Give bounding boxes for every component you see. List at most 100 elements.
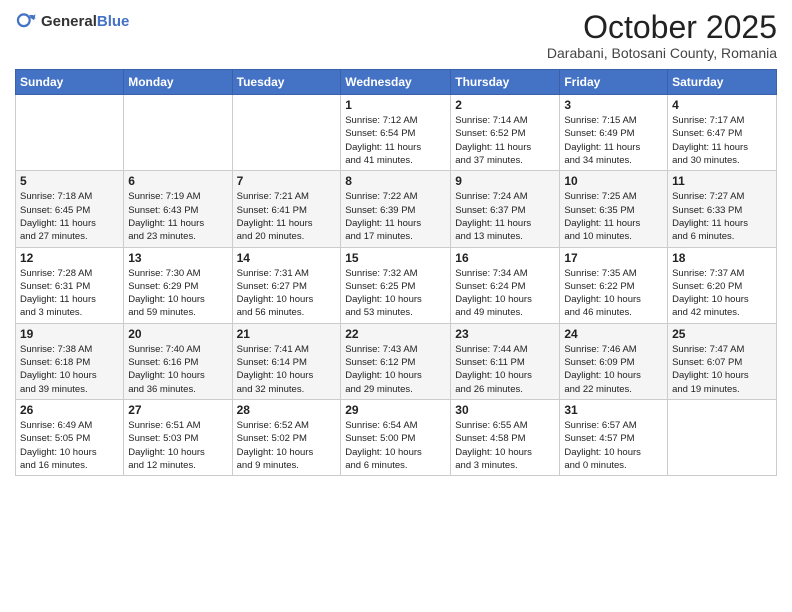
day-number: 20	[128, 327, 227, 341]
table-row: 5 Sunrise: 7:18 AMSunset: 6:45 PMDaylight…	[16, 171, 124, 247]
day-number: 2	[455, 98, 555, 112]
calendar-title: October 2025	[547, 10, 777, 45]
day-info: Sunrise: 7:31 AMSunset: 6:27 PMDaylight:…	[237, 268, 314, 319]
day-info: Sunrise: 7:28 AMSunset: 6:31 PMDaylight:…	[20, 268, 96, 319]
calendar-location: Darabani, Botosani County, Romania	[547, 45, 777, 61]
day-number: 10	[564, 174, 663, 188]
day-number: 28	[237, 403, 337, 417]
day-number: 9	[455, 174, 555, 188]
logo-blue: Blue	[97, 14, 130, 29]
logo: General Blue	[15, 10, 129, 32]
day-number: 29	[345, 403, 446, 417]
table-row: 19 Sunrise: 7:38 AMSunset: 6:18 PMDayligh…	[16, 323, 124, 399]
day-info: Sunrise: 7:21 AMSunset: 6:41 PMDaylight:…	[237, 191, 313, 242]
header-monday: Monday	[124, 70, 232, 95]
table-row: 15 Sunrise: 7:32 AMSunset: 6:25 PMDayligh…	[341, 247, 451, 323]
table-row: 14 Sunrise: 7:31 AMSunset: 6:27 PMDayligh…	[232, 247, 341, 323]
day-info: Sunrise: 6:49 AMSunset: 5:05 PMDaylight:…	[20, 420, 97, 471]
table-row: 26Sunrise: 6:49 AMSunset: 5:05 PMDayligh…	[16, 399, 124, 475]
day-info: Sunrise: 7:41 AMSunset: 6:14 PMDaylight:…	[237, 344, 314, 395]
logo-text: General Blue	[41, 14, 129, 29]
table-row: 24 Sunrise: 7:46 AMSunset: 6:09 PMDayligh…	[560, 323, 668, 399]
table-row	[16, 95, 124, 171]
day-number: 17	[564, 251, 663, 265]
logo-general: General	[41, 14, 97, 29]
table-row: 1 Sunrise: 7:12 AMSunset: 6:54 PMDaylight…	[341, 95, 451, 171]
table-row: 30Sunrise: 6:55 AMSunset: 4:58 PMDayligh…	[451, 399, 560, 475]
table-row: 21 Sunrise: 7:41 AMSunset: 6:14 PMDayligh…	[232, 323, 341, 399]
day-number: 21	[237, 327, 337, 341]
day-number: 23	[455, 327, 555, 341]
day-number: 16	[455, 251, 555, 265]
title-block: October 2025 Darabani, Botosani County, …	[547, 10, 777, 61]
calendar-week-row: 1 Sunrise: 7:12 AMSunset: 6:54 PMDaylight…	[16, 95, 777, 171]
day-info: Sunrise: 7:24 AMSunset: 6:37 PMDaylight:…	[455, 191, 531, 242]
table-row: 7 Sunrise: 7:21 AMSunset: 6:41 PMDaylight…	[232, 171, 341, 247]
calendar-table: Sunday Monday Tuesday Wednesday Thursday…	[15, 69, 777, 476]
day-number: 25	[672, 327, 772, 341]
day-number: 7	[237, 174, 337, 188]
day-number: 4	[672, 98, 772, 112]
day-number: 5	[20, 174, 119, 188]
day-number: 13	[128, 251, 227, 265]
day-info: Sunrise: 6:57 AMSunset: 4:57 PMDaylight:…	[564, 420, 641, 471]
table-row	[232, 95, 341, 171]
table-row: 29 Sunrise: 6:54 AMSunset: 5:00 PMDayligh…	[341, 399, 451, 475]
day-info: Sunrise: 7:38 AMSunset: 6:18 PMDaylight:…	[20, 344, 97, 395]
day-info: Sunrise: 7:15 AMSunset: 6:49 PMDaylight:…	[564, 115, 640, 166]
day-info: Sunrise: 7:32 AMSunset: 6:25 PMDaylight:…	[345, 268, 422, 319]
table-row	[124, 95, 232, 171]
header-friday: Friday	[560, 70, 668, 95]
header: General Blue October 2025 Darabani, Boto…	[15, 10, 777, 61]
day-number: 8	[345, 174, 446, 188]
day-info: Sunrise: 7:18 AMSunset: 6:45 PMDaylight:…	[20, 191, 96, 242]
day-number: 18	[672, 251, 772, 265]
day-number: 27	[128, 403, 227, 417]
page: General Blue October 2025 Darabani, Boto…	[0, 0, 792, 612]
day-info: Sunrise: 7:12 AMSunset: 6:54 PMDaylight:…	[345, 115, 421, 166]
day-info: Sunrise: 7:22 AMSunset: 6:39 PMDaylight:…	[345, 191, 421, 242]
table-row: 6Sunrise: 7:19 AMSunset: 6:43 PMDaylight…	[124, 171, 232, 247]
day-info: Sunrise: 7:34 AMSunset: 6:24 PMDaylight:…	[455, 268, 532, 319]
calendar-week-row: 19 Sunrise: 7:38 AMSunset: 6:18 PMDayligh…	[16, 323, 777, 399]
day-number: 31	[564, 403, 663, 417]
table-row: 17Sunrise: 7:35 AMSunset: 6:22 PMDayligh…	[560, 247, 668, 323]
header-saturday: Saturday	[668, 70, 777, 95]
day-info: Sunrise: 7:37 AMSunset: 6:20 PMDaylight:…	[672, 268, 749, 319]
day-info: Sunrise: 6:54 AMSunset: 5:00 PMDaylight:…	[345, 420, 422, 471]
day-number: 19	[20, 327, 119, 341]
day-info: Sunrise: 6:51 AMSunset: 5:03 PMDaylight:…	[128, 420, 205, 471]
header-wednesday: Wednesday	[341, 70, 451, 95]
day-number: 14	[237, 251, 337, 265]
day-info: Sunrise: 7:40 AMSunset: 6:16 PMDaylight:…	[128, 344, 205, 395]
calendar-week-row: 26Sunrise: 6:49 AMSunset: 5:05 PMDayligh…	[16, 399, 777, 475]
header-sunday: Sunday	[16, 70, 124, 95]
table-row: 11Sunrise: 7:27 AMSunset: 6:33 PMDayligh…	[668, 171, 777, 247]
day-number: 15	[345, 251, 446, 265]
day-info: Sunrise: 7:47 AMSunset: 6:07 PMDaylight:…	[672, 344, 749, 395]
day-info: Sunrise: 7:19 AMSunset: 6:43 PMDaylight:…	[128, 191, 204, 242]
day-number: 30	[455, 403, 555, 417]
table-row: 22 Sunrise: 7:43 AMSunset: 6:12 PMDayligh…	[341, 323, 451, 399]
calendar-week-row: 12 Sunrise: 7:28 AMSunset: 6:31 PMDayligh…	[16, 247, 777, 323]
header-thursday: Thursday	[451, 70, 560, 95]
table-row: 10Sunrise: 7:25 AMSunset: 6:35 PMDayligh…	[560, 171, 668, 247]
day-info: Sunrise: 7:43 AMSunset: 6:12 PMDaylight:…	[345, 344, 422, 395]
day-info: Sunrise: 6:52 AMSunset: 5:02 PMDaylight:…	[237, 420, 314, 471]
day-number: 24	[564, 327, 663, 341]
table-row: 12 Sunrise: 7:28 AMSunset: 6:31 PMDayligh…	[16, 247, 124, 323]
day-number: 11	[672, 174, 772, 188]
weekday-header-row: Sunday Monday Tuesday Wednesday Thursday…	[16, 70, 777, 95]
day-number: 22	[345, 327, 446, 341]
table-row	[668, 399, 777, 475]
day-number: 1	[345, 98, 446, 112]
table-row: 28 Sunrise: 6:52 AMSunset: 5:02 PMDayligh…	[232, 399, 341, 475]
logo-icon	[15, 10, 37, 32]
day-number: 12	[20, 251, 119, 265]
table-row: 4Sunrise: 7:17 AMSunset: 6:47 PMDaylight…	[668, 95, 777, 171]
table-row: 25 Sunrise: 7:47 AMSunset: 6:07 PMDayligh…	[668, 323, 777, 399]
table-row: 18 Sunrise: 7:37 AMSunset: 6:20 PMDayligh…	[668, 247, 777, 323]
day-info: Sunrise: 7:46 AMSunset: 6:09 PMDaylight:…	[564, 344, 641, 395]
table-row: 31 Sunrise: 6:57 AMSunset: 4:57 PMDayligh…	[560, 399, 668, 475]
calendar-week-row: 5 Sunrise: 7:18 AMSunset: 6:45 PMDaylight…	[16, 171, 777, 247]
